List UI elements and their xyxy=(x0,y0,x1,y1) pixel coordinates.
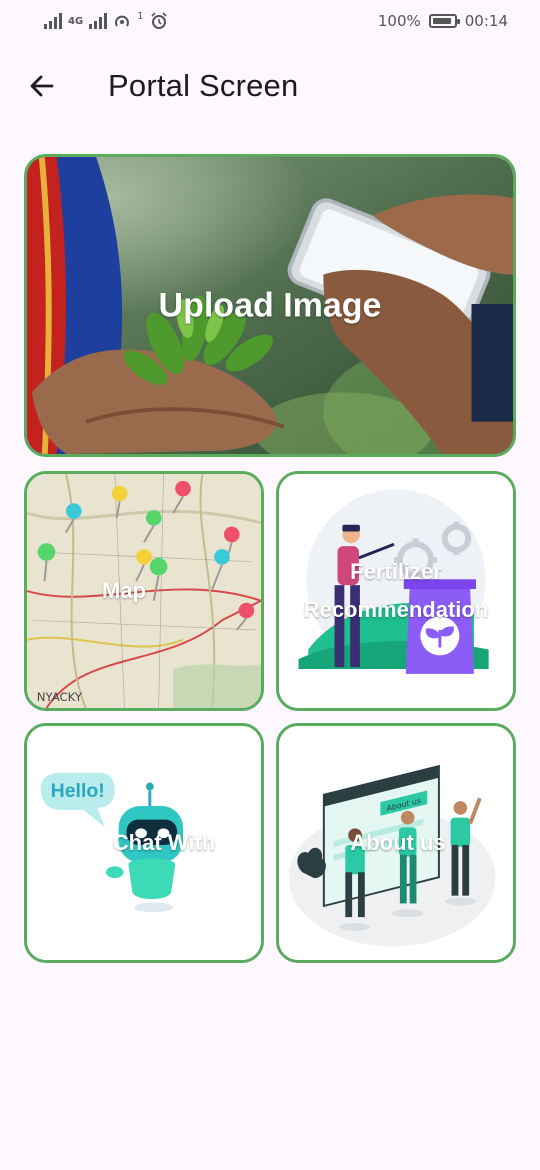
status-icons-right: 100% 00:14 xyxy=(378,12,508,30)
status-icons-left: 4G 1 xyxy=(44,10,168,30)
back-button[interactable] xyxy=(22,66,62,106)
signal-icon xyxy=(44,13,62,29)
status-bar: 4G 1 100% 00:14 xyxy=(0,0,540,46)
about-us-card[interactable]: About us About us xyxy=(276,723,516,963)
upload-image-card[interactable]: Upload Image xyxy=(24,154,516,457)
battery-percent: 100% xyxy=(377,12,421,30)
notification-count: 1 xyxy=(137,10,144,22)
svg-text:NYACKY: NYACKY xyxy=(37,690,83,704)
upload-image-label: Upload Image xyxy=(158,286,382,324)
fertilizer-label-line1: Fertilizer xyxy=(350,559,442,584)
arrow-left-icon xyxy=(30,75,54,97)
status-time: 00:14 xyxy=(464,12,508,30)
alarm-icon xyxy=(150,12,167,29)
battery-icon xyxy=(428,14,460,28)
app-bar: Portal Screen xyxy=(0,56,540,120)
hotspot-icon xyxy=(115,15,130,27)
fertilizer-label: Fertilizer Recommendation xyxy=(279,553,513,629)
signal-icon-2 xyxy=(89,13,108,29)
network-label: 4G xyxy=(68,15,84,27)
fertilizer-label-line2: Recommendation xyxy=(303,597,489,622)
page-title: Portal Screen xyxy=(108,68,299,103)
fertilizer-card[interactable]: Fertilizer Recommendation xyxy=(276,471,516,711)
chatbot-card[interactable]: Hello! Chat With xyxy=(24,723,264,963)
chat-label: Chat With xyxy=(112,830,216,855)
about-us-label: About us xyxy=(350,830,446,855)
map-label: Map xyxy=(102,578,146,603)
map-card[interactable]: NYACKY Map xyxy=(24,471,264,711)
hello-bubble-text: Hello! xyxy=(51,780,105,802)
